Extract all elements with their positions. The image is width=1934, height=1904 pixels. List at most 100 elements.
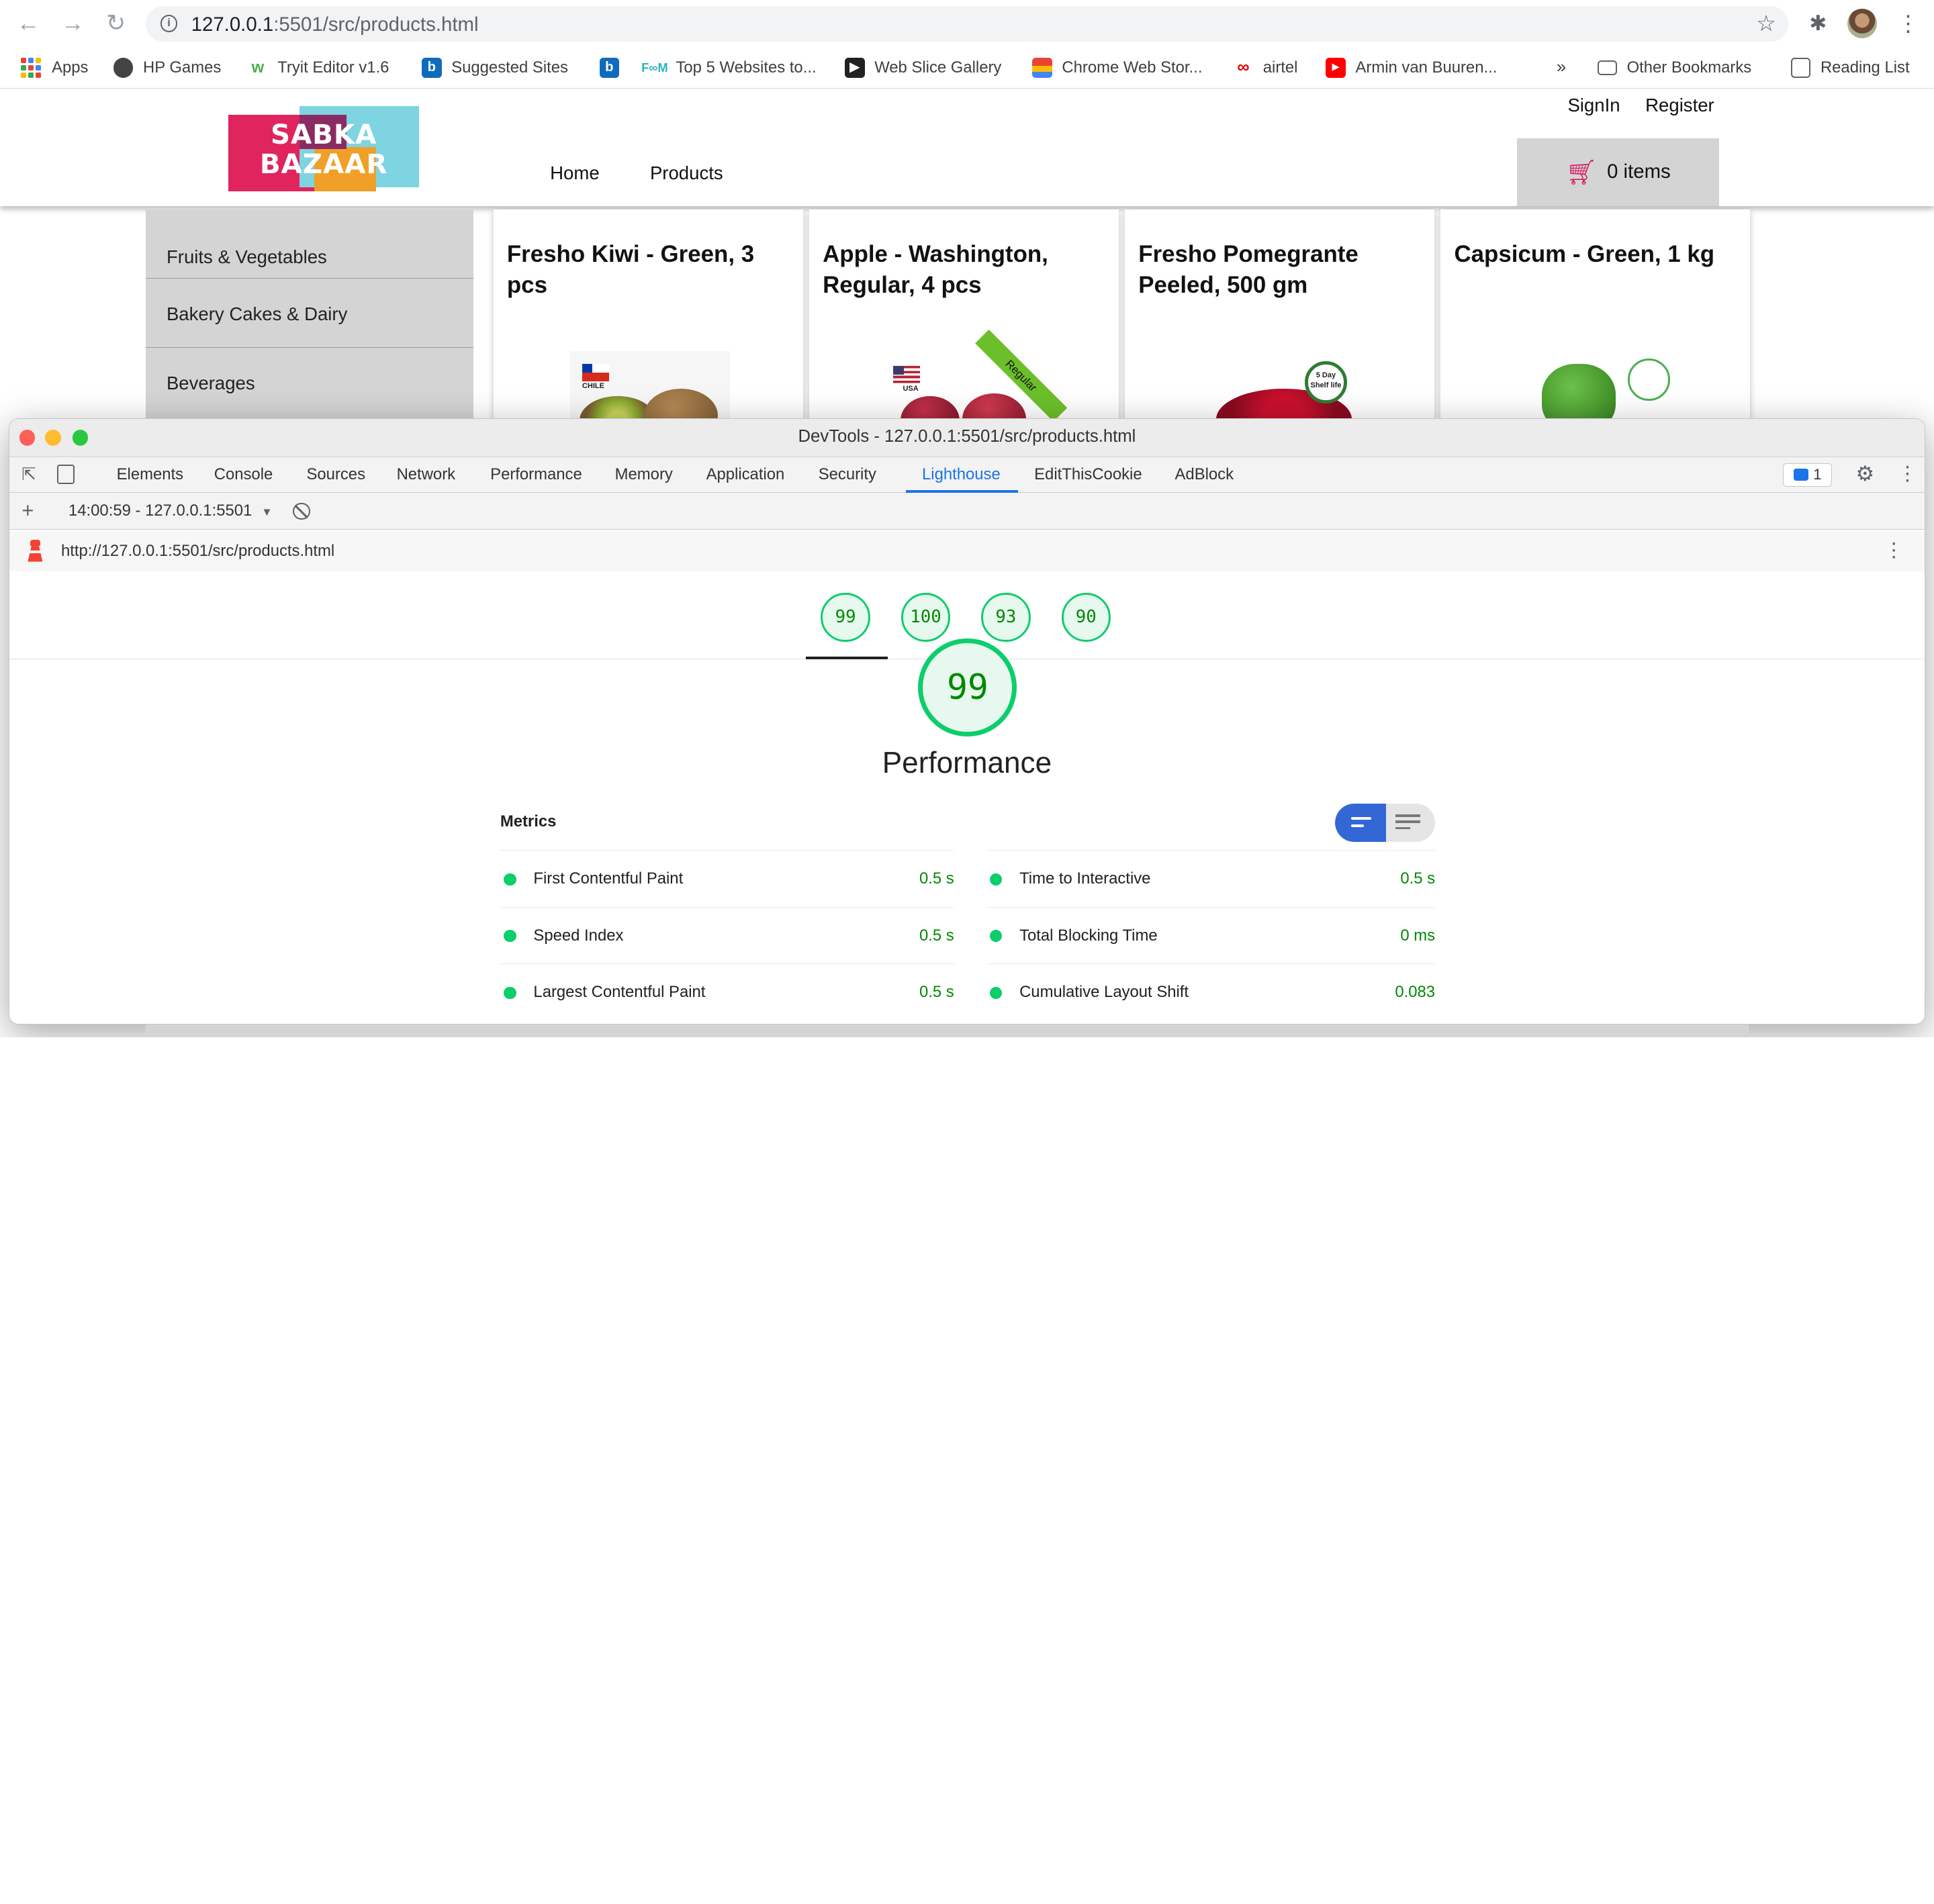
tab-performance[interactable]: Performance	[490, 465, 582, 484]
device-toolbar-icon[interactable]	[57, 464, 75, 484]
product-card: Capsicum - Green, 1 kg	[1440, 209, 1751, 421]
inspect-element-icon[interactable]: ⇱	[21, 465, 36, 485]
capsicum-image[interactable]	[1517, 351, 1677, 421]
bookmark-star-icon[interactable]: ☆	[1756, 10, 1776, 37]
expanded-view-icon[interactable]	[1395, 814, 1420, 830]
bookmark-armin-van-buuren[interactable]: ▶ Armin van Buuren...	[1326, 56, 1497, 79]
gauge-best-practices[interactable]: 93	[981, 592, 1031, 642]
browser-toolbar: ← → ↻ i 127.0.0.1:5501/src/products.html…	[0, 0, 1934, 47]
gauge-accessibility[interactable]: 100	[901, 592, 951, 642]
bookmark-suggested-sites[interactable]: b Suggested Sites	[422, 56, 568, 79]
devtools-titlebar: DevTools - 127.0.0.1:5501/src/products.h…	[9, 418, 1925, 457]
address-bar[interactable]: i 127.0.0.1:5501/src/products.html ☆	[145, 6, 1789, 42]
tab-sources[interactable]: Sources	[306, 465, 365, 484]
tab-application[interactable]: Application	[706, 465, 785, 484]
category-title: Performance	[882, 747, 1052, 780]
pass-dot-icon	[504, 986, 516, 999]
bookmark-b[interactable]: b	[599, 56, 629, 79]
tab-adblock[interactable]: AdBlock	[1175, 465, 1234, 484]
pass-dot-icon	[990, 930, 1003, 943]
metric-cumulative-layout-shift: Cumulative Layout Shift 0.083	[986, 963, 1436, 1020]
tab-console[interactable]: Console	[214, 465, 273, 484]
cart-button[interactable]: 🛒︎ 0 items	[1517, 138, 1720, 206]
apps-grid-icon	[21, 58, 41, 78]
bing-icon: b	[599, 58, 619, 78]
product-card: Fresho Pomegrante Peeled, 500 gm 5 Day S…	[1125, 209, 1435, 421]
kiwi-image[interactable]: CHILE	[569, 351, 731, 421]
browser-menu-icon[interactable]: ⋮	[1897, 10, 1919, 37]
bookmark-web-slice-gallery[interactable]: ▶ Web Slice Gallery	[845, 56, 1001, 79]
extensions-puzzle-icon[interactable]: ✱	[1806, 11, 1831, 36]
globe-icon	[113, 58, 134, 78]
product-title: Capsicum - Green, 1 kg	[1454, 241, 1715, 268]
chile-flag-icon	[582, 363, 610, 381]
category-bakery-dairy[interactable]: Bakery Cakes & Dairy	[145, 279, 474, 348]
lighthouse-icon	[28, 539, 43, 562]
w3schools-icon: w	[251, 58, 265, 77]
bookmark-top5-websites[interactable]: F∞M Top 5 Websites to...	[641, 56, 817, 79]
site-info-icon[interactable]: i	[160, 15, 178, 32]
address-url[interactable]: 127.0.0.1:5501/src/products.html	[191, 13, 479, 36]
devtools-tab-bar: ⇱ Elements Console Sources Network Perfo…	[9, 457, 1925, 493]
category-sidebar: Fruits & Vegetables Bakery Cakes & Dairy…	[145, 209, 474, 421]
devtools-title: DevTools - 127.0.0.1:5501/src/products.h…	[798, 427, 1136, 446]
pomegranate-image[interactable]: 5 Day Shelf life	[1201, 351, 1362, 421]
tab-elements[interactable]: Elements	[117, 465, 183, 484]
tab-memory[interactable]: Memory	[615, 465, 673, 484]
metric-first-contentful-paint: First Contentful Paint 0.5 s	[500, 850, 954, 906]
bing-icon: b	[422, 58, 442, 78]
apple-image[interactable]: USA Regular	[886, 330, 1068, 421]
sabka-bazaar-logo[interactable]: SABKA BAZAAR	[228, 105, 420, 191]
fm-icon: F∞M	[641, 60, 668, 75]
metric-speed-index: Speed Index 0.5 s	[500, 906, 954, 963]
bookmark-apps[interactable]: Apps	[21, 56, 89, 79]
product-title: Apple - Washington, Regular, 4 pcs	[823, 241, 1048, 299]
shelf-life-badge: 5 Day Shelf life	[1305, 361, 1347, 403]
pass-dot-icon	[504, 930, 516, 943]
category-beverages[interactable]: Beverages	[146, 348, 474, 417]
back-arrow-icon[interactable]: ←	[15, 10, 42, 37]
chrome-store-icon	[1032, 58, 1052, 78]
bookmark-other-bookmarks[interactable]: Other Bookmarks	[1597, 56, 1751, 79]
signin-link[interactable]: SignIn	[1567, 95, 1620, 116]
new-report-plus-icon[interactable]: +	[21, 499, 34, 523]
performance-score-gauge: 99	[918, 638, 1017, 737]
bookmark-reading-list[interactable]: Reading List	[1790, 56, 1910, 79]
devtools-menu-icon[interactable]: ⋮	[1898, 462, 1917, 485]
tab-network[interactable]: Network	[397, 465, 456, 484]
category-fruits-vegetables[interactable]: Fruits & Vegetables	[145, 209, 474, 279]
compact-view-toggle[interactable]	[1335, 803, 1386, 842]
product-title: Fresho Pomegrante Peeled, 500 gm	[1138, 241, 1359, 299]
nav-home-link[interactable]: Home	[550, 162, 599, 184]
report-url[interactable]: http://127.0.0.1:5501/src/products.html	[61, 542, 334, 561]
register-link[interactable]: Register	[1645, 95, 1714, 116]
metrics-view-toggle[interactable]	[1335, 803, 1436, 842]
forward-arrow-icon[interactable]: →	[59, 10, 86, 37]
profile-avatar[interactable]	[1847, 8, 1878, 38]
pass-dot-icon	[990, 986, 1003, 999]
bookmark-tryit-editor[interactable]: w Tryit Editor v1.6	[248, 56, 389, 79]
settings-gear-icon[interactable]: ⚙	[1855, 462, 1874, 486]
report-menu-icon[interactable]: ⋮	[1884, 538, 1904, 562]
cart-count: 0 items	[1607, 160, 1671, 183]
bookmarks-bar: Apps HP Games w Tryit Editor v1.6 b Sugg…	[0, 46, 1934, 89]
bookmarks-overflow-chevron[interactable]: »	[1557, 56, 1566, 79]
metric-largest-contentful-paint: Largest Contentful Paint 0.5 s	[500, 963, 954, 1020]
clear-reports-icon[interactable]	[293, 502, 310, 520]
nav-products-link[interactable]: Products	[650, 162, 723, 184]
bookmark-airtel[interactable]: ∞ airtel	[1234, 56, 1297, 79]
issues-counter-button[interactable]: 1	[1783, 463, 1833, 487]
reload-icon[interactable]: ↻	[102, 10, 129, 37]
reading-list-icon	[1790, 58, 1811, 78]
tab-editthiscookie[interactable]: EditThisCookie	[1034, 465, 1142, 484]
bookmark-chrome-web-store[interactable]: Chrome Web Stor...	[1032, 56, 1202, 79]
gauge-seo[interactable]: 90	[1061, 592, 1111, 642]
lighthouse-toolbar: + 14:00:59 - 127.0.0.1:5501 ▼	[9, 492, 1925, 530]
tab-security[interactable]: Security	[819, 465, 876, 484]
metrics-heading: Metrics	[500, 812, 557, 830]
metric-total-blocking-time: Total Blocking Time 0 ms	[986, 906, 1436, 963]
bookmark-hp-games[interactable]: HP Games	[113, 56, 221, 79]
report-select[interactable]: 14:00:59 - 127.0.0.1:5501 ▼	[68, 502, 273, 520]
gauge-performance[interactable]: 99	[821, 592, 870, 642]
tab-lighthouse[interactable]: Lighthouse	[922, 465, 1001, 484]
